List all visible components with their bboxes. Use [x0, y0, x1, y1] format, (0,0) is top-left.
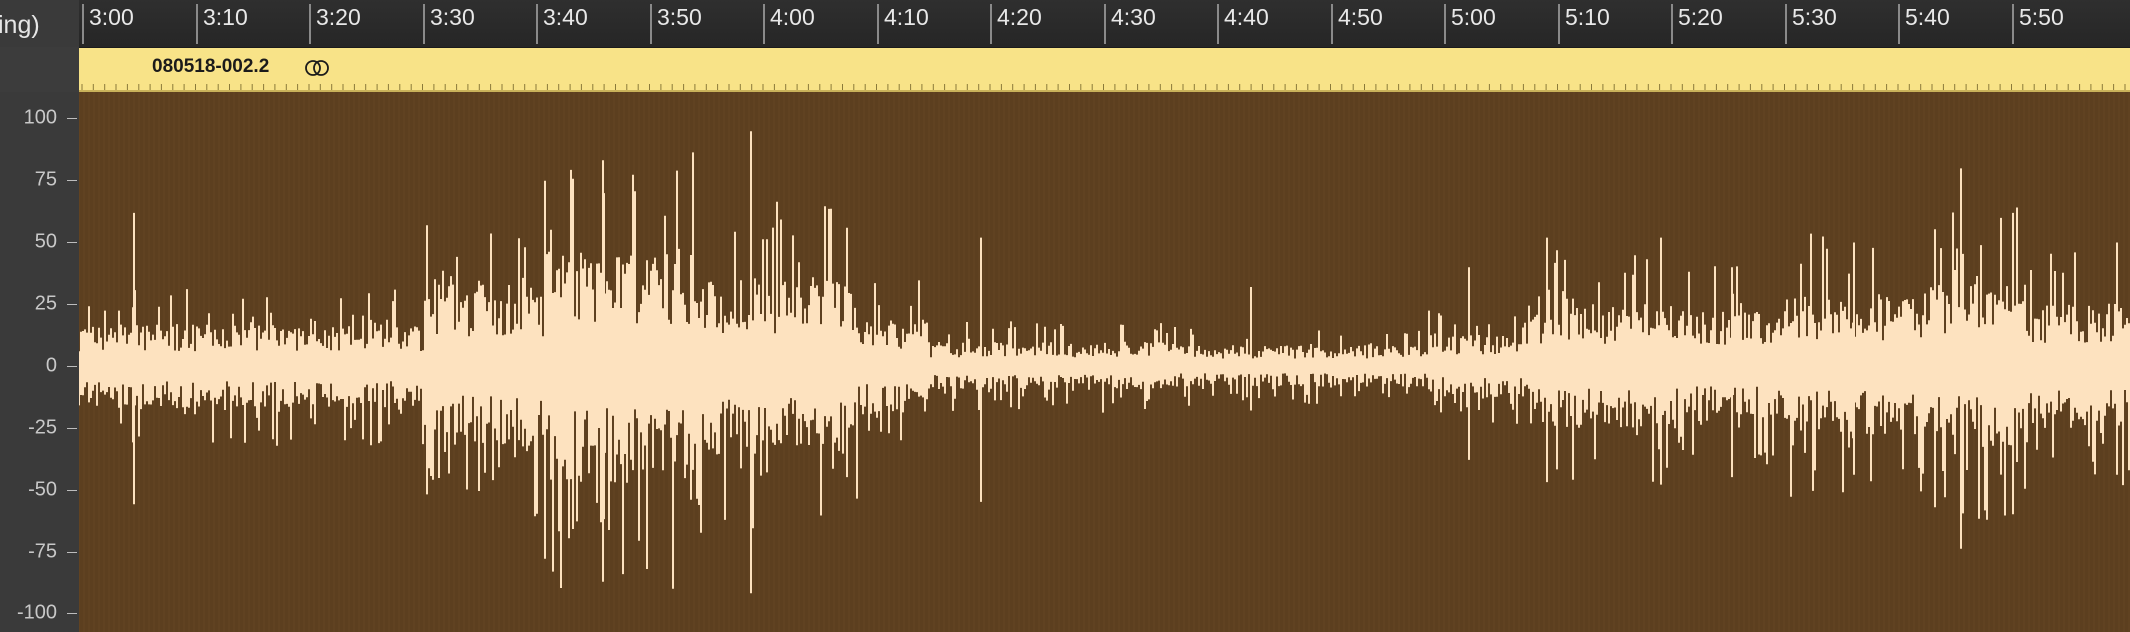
ruler-tick: [2012, 4, 2014, 44]
ruler-label: 3:00: [89, 4, 134, 30]
ruler-label: 5:40: [1905, 4, 1950, 30]
ruler-tick: [1671, 4, 1673, 44]
ruler-tick: [1444, 4, 1446, 44]
ruler-label: 4:30: [1111, 4, 1156, 30]
ruler-label: 5:20: [1678, 4, 1723, 30]
ruler-label: 3:50: [657, 4, 702, 30]
ruler-label: 3:30: [430, 4, 475, 30]
y-tick-mark: [67, 490, 77, 491]
ruler-tick: [82, 4, 84, 44]
ruler-tick: [309, 4, 311, 44]
ruler-tick: [990, 4, 992, 44]
timeline-ruler[interactable]: 3:00 3:10 3:20 3:30 3:40 3:50 4:00 4:10 …: [79, 0, 2130, 48]
ruler-label: 5:30: [1792, 4, 1837, 30]
ruler-tick: [536, 4, 538, 44]
y-tick-label: -75: [28, 540, 57, 563]
region-tick-marks: [81, 84, 2126, 90]
audio-waveform: [79, 92, 2130, 632]
ruler-tick: [1898, 4, 1900, 44]
ruler-label: 5:00: [1451, 4, 1496, 30]
y-tick-label: -100: [16, 601, 57, 624]
y-tick-mark: [67, 552, 77, 553]
ruler-tick: [1104, 4, 1106, 44]
waveform-area[interactable]: [79, 92, 2130, 632]
ruler-label: 4:20: [997, 4, 1042, 30]
y-tick-mark: [67, 366, 77, 367]
track-header[interactable]: ing): [0, 0, 80, 48]
y-tick-label: -25: [28, 416, 57, 439]
y-tick-label: 50: [34, 230, 57, 253]
region-name: 080518-002.2: [152, 56, 270, 77]
ruler-tick: [1785, 4, 1787, 44]
track-header-strip: [0, 47, 79, 92]
audio-region-header[interactable]: 080518-002.2: [79, 48, 2130, 92]
ruler-label: 3:40: [543, 4, 588, 30]
ruler-tick: [877, 4, 879, 44]
y-tick-mark: [67, 613, 77, 614]
amplitude-axis: 100 75 50 25 0 -25 -50 -75 -100: [0, 92, 81, 632]
y-tick-label: 100: [23, 106, 57, 129]
ruler-label: 3:10: [203, 4, 248, 30]
ruler-label: 4:40: [1224, 4, 1269, 30]
y-tick-mark: [67, 304, 77, 305]
ruler-tick: [650, 4, 652, 44]
ruler-tick: [1331, 4, 1333, 44]
y-tick-mark: [67, 428, 77, 429]
y-tick-label: 25: [34, 292, 57, 315]
y-tick-label: 75: [34, 168, 57, 191]
ruler-label: 4:50: [1338, 4, 1383, 30]
y-tick-mark: [67, 242, 77, 243]
loop-icon[interactable]: [303, 58, 331, 78]
ruler-tick: [196, 4, 198, 44]
ruler-label: 4:10: [884, 4, 929, 30]
ruler-tick: [423, 4, 425, 44]
track-name: ing): [0, 11, 40, 39]
ruler-label: 5:50: [2019, 4, 2064, 30]
y-tick-mark: [67, 118, 77, 119]
y-tick-label: 0: [45, 354, 57, 377]
ruler-tick: [763, 4, 765, 44]
ruler-label: 5:10: [1565, 4, 1610, 30]
ruler-tick: [1217, 4, 1219, 44]
ruler-label: 4:00: [770, 4, 815, 30]
y-tick-label: -50: [28, 478, 57, 501]
ruler-tick: [1558, 4, 1560, 44]
y-tick-mark: [67, 180, 77, 181]
ruler-label: 3:20: [316, 4, 361, 30]
